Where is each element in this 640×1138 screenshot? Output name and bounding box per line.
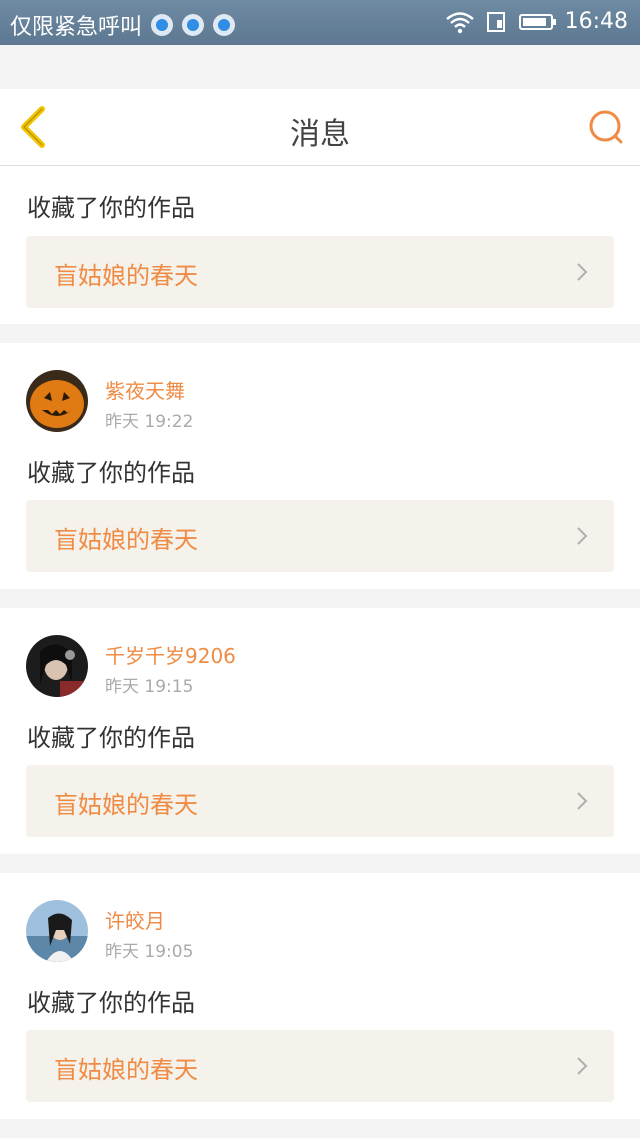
work-link[interactable]: 盲姑娘的春天 xyxy=(26,236,614,308)
message-time: 昨天 19:22 xyxy=(105,412,194,432)
girl-dark-avatar-image xyxy=(26,635,88,697)
message-action: 收藏了你的作品 xyxy=(27,989,195,1017)
message-action: 收藏了你的作品 xyxy=(27,194,195,222)
username[interactable]: 千岁千岁9206 xyxy=(105,640,236,669)
qq-icon xyxy=(213,14,236,36)
work-link[interactable]: 盲姑娘的春天 xyxy=(26,1030,614,1102)
work-title: 盲姑娘的春天 xyxy=(54,1056,198,1084)
battery-icon xyxy=(518,13,556,30)
chevron-right-icon xyxy=(577,1057,588,1075)
message-action: 收藏了你的作品 xyxy=(27,724,195,752)
pumpkin-avatar-image xyxy=(26,370,88,432)
sim-card-icon xyxy=(486,11,505,32)
qq-icon xyxy=(182,14,205,36)
work-title: 盲姑娘的春天 xyxy=(54,526,198,554)
username[interactable]: 紫夜天舞 xyxy=(105,375,185,404)
chevron-right-icon xyxy=(577,263,588,281)
message-card: 收藏了你的作品 盲姑娘的春天 xyxy=(0,166,640,324)
message-time: 昨天 19:15 xyxy=(105,677,194,697)
girl-sea-avatar-image xyxy=(26,900,88,962)
avatar[interactable] xyxy=(26,370,88,432)
status-bar: 仅限紧急呼叫 16:48 xyxy=(0,0,640,45)
message-action: 收藏了你的作品 xyxy=(27,459,195,487)
username[interactable]: 许皎月 xyxy=(105,905,165,934)
chevron-right-icon xyxy=(577,527,588,545)
message-card: 千岁千岁9206 昨天 19:15 收藏了你的作品 盲姑娘的春天 xyxy=(0,608,640,854)
chevron-right-icon xyxy=(577,792,588,810)
work-link[interactable]: 盲姑娘的春天 xyxy=(26,500,614,572)
work-title: 盲姑娘的春天 xyxy=(54,791,198,819)
work-title: 盲姑娘的春天 xyxy=(54,262,198,290)
wifi-icon xyxy=(445,11,474,33)
message-time: 昨天 19:05 xyxy=(105,942,194,962)
navigation-header: 消息 xyxy=(0,89,640,166)
page-title: 消息 xyxy=(290,117,350,152)
status-right: 16:48 xyxy=(445,9,628,34)
qq-icon xyxy=(151,14,174,36)
status-left: 仅限紧急呼叫 xyxy=(10,9,236,41)
message-card: 紫夜天舞 昨天 19:22 收藏了你的作品 盲姑娘的春天 xyxy=(0,343,640,589)
status-time: 16:48 xyxy=(564,9,628,34)
carrier-text: 仅限紧急呼叫 xyxy=(10,15,143,40)
avatar[interactable] xyxy=(26,900,88,962)
work-link[interactable]: 盲姑娘的春天 xyxy=(26,765,614,837)
search-button[interactable] xyxy=(586,107,626,147)
message-card: 许皎月 昨天 19:05 收藏了你的作品 盲姑娘的春天 xyxy=(0,873,640,1119)
avatar[interactable] xyxy=(26,635,88,697)
